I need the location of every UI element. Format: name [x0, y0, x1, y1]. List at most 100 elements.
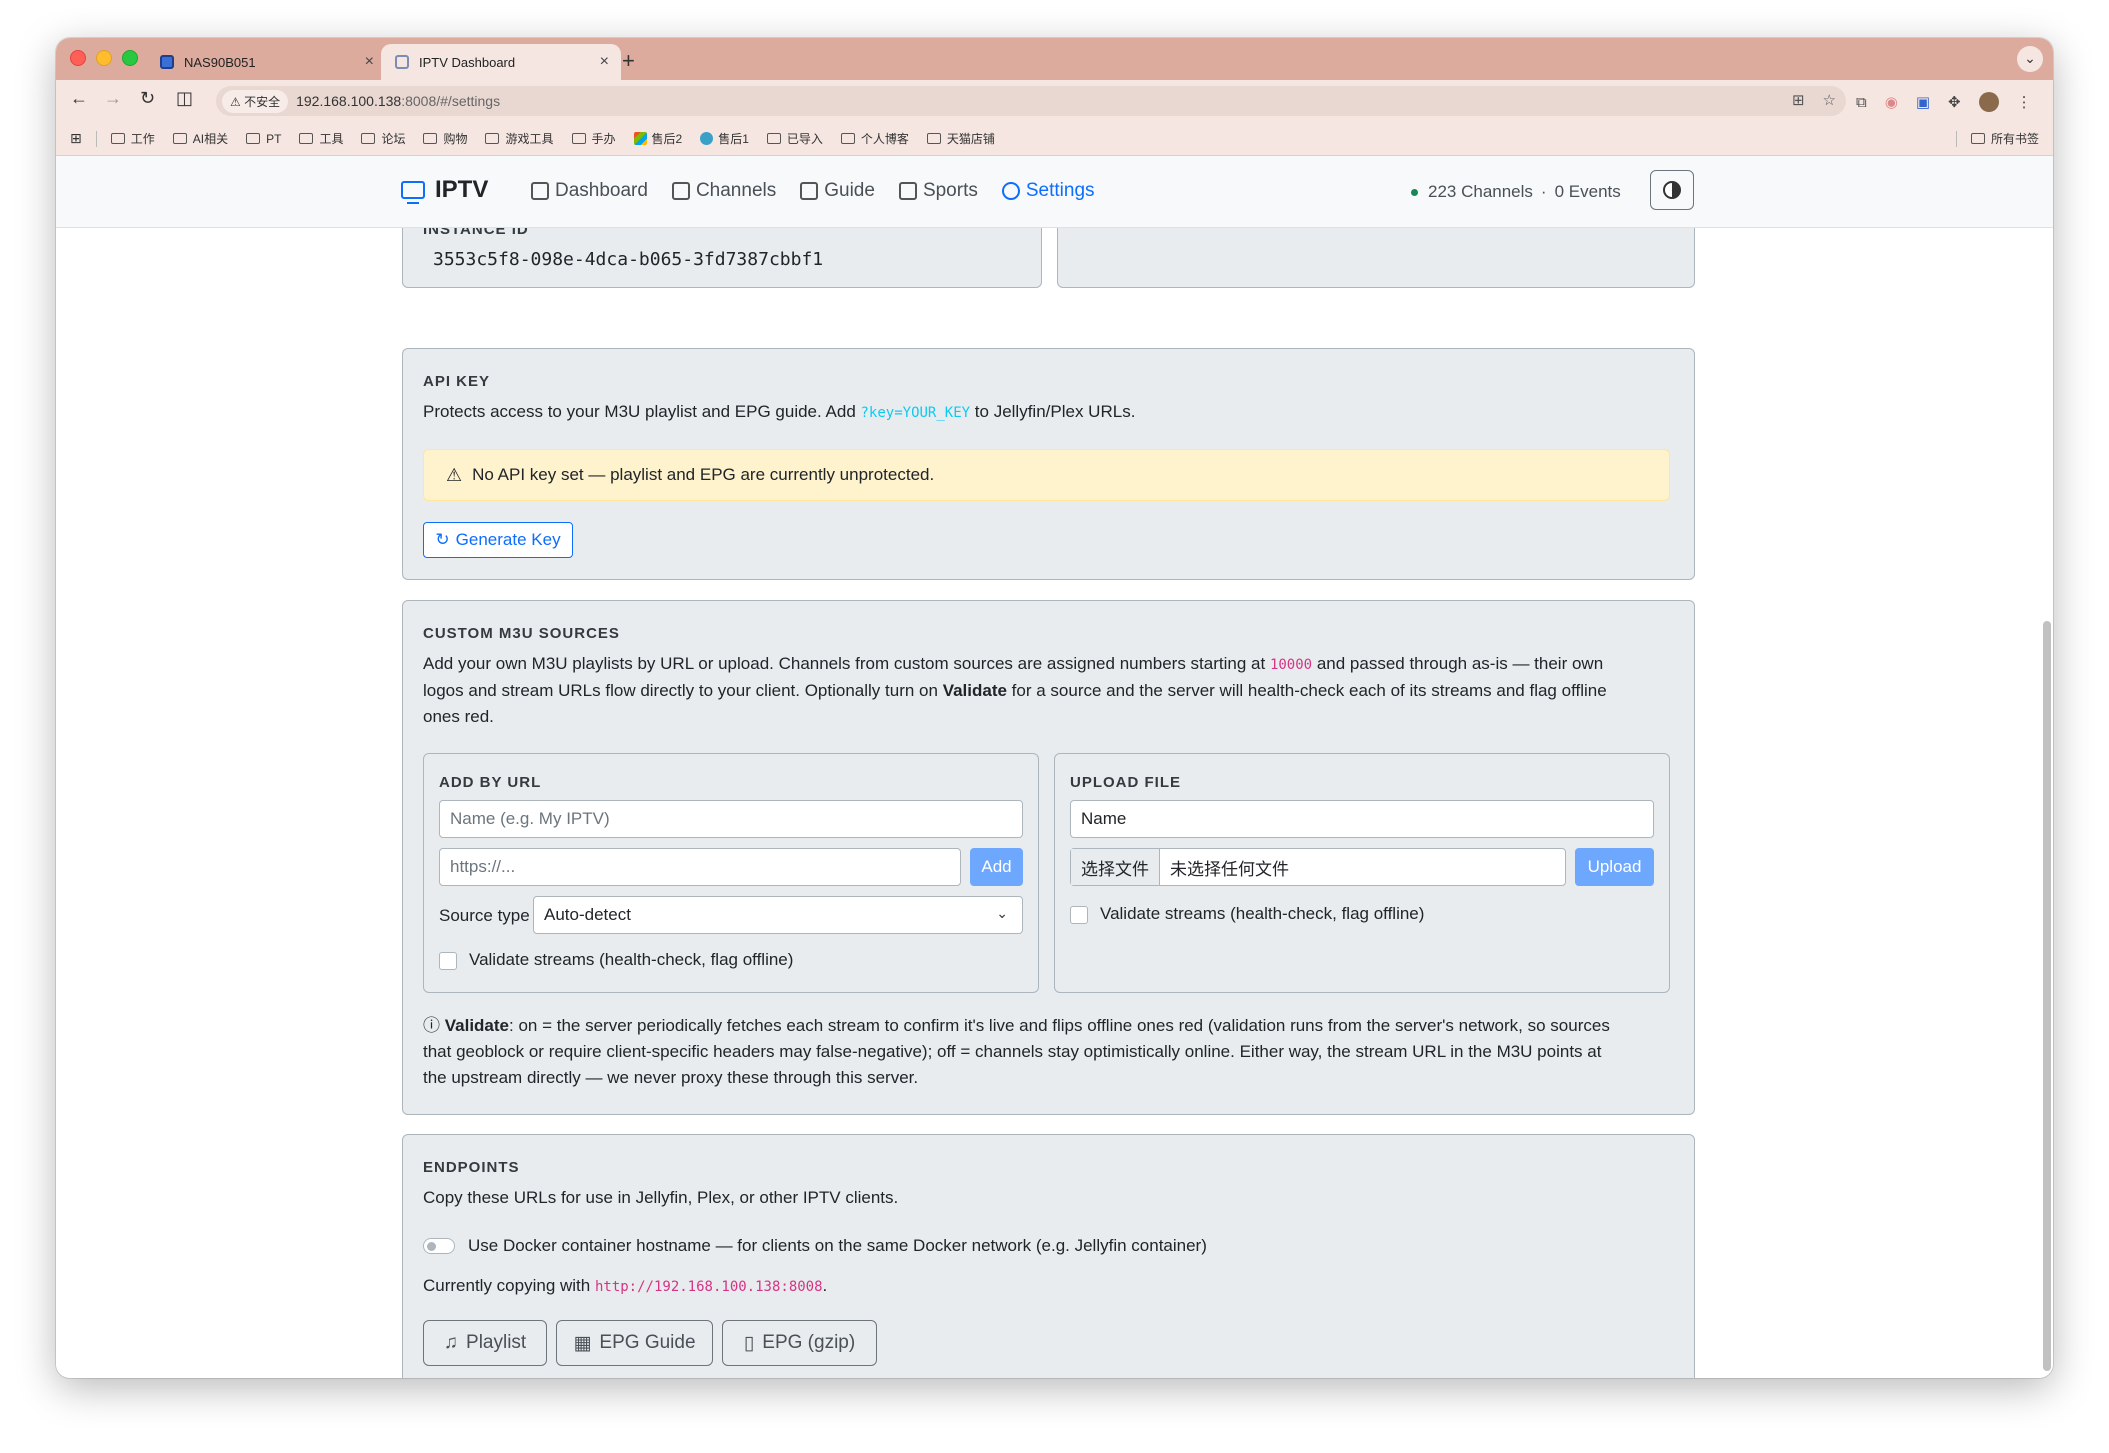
page-scrollbar[interactable]: [2043, 621, 2051, 1371]
new-tab-icon[interactable]: +: [622, 48, 635, 74]
bookmark-star-icon[interactable]: ☆: [1823, 91, 1836, 109]
all-bookmarks[interactable]: 所有书签: [1955, 130, 2039, 147]
note-text: the upstream directly — we never proxy t…: [423, 1068, 919, 1087]
folder-icon: [1970, 133, 1985, 144]
dashboard-icon: [531, 182, 549, 200]
desc-text: Add your own M3U playlists by URL or upl…: [423, 654, 1270, 673]
add-source-button[interactable]: Add: [970, 848, 1023, 886]
bookmark-label: 所有书签: [1990, 132, 2039, 146]
bookmark-link[interactable]: 售后1: [700, 130, 749, 147]
nav-link-channels[interactable]: Channels: [671, 180, 776, 202]
desc-text: Protects access to your M3U playlist and…: [423, 402, 861, 421]
docker-hostname-toggle[interactable]: [423, 1238, 455, 1254]
nav-link-sports[interactable]: Sports: [898, 180, 978, 202]
validate-streams-checkbox[interactable]: [439, 952, 457, 970]
insecure-badge[interactable]: ⚠ 不安全: [222, 89, 289, 113]
translate-icon[interactable]: ⊞: [1792, 91, 1805, 109]
close-tab-icon[interactable]: ×: [600, 53, 609, 71]
extension-icon[interactable]: ◉: [1885, 93, 1898, 111]
apps-grid-icon[interactable]: ⊞: [70, 130, 82, 147]
refresh-icon: ↻: [435, 530, 450, 549]
nas-favicon-icon: [160, 55, 174, 69]
divider: [1955, 130, 1957, 147]
folder-icon: [172, 133, 187, 144]
bookmark-folder[interactable]: 论坛: [361, 130, 405, 147]
contrast-icon: [1663, 181, 1681, 199]
browser-tab-iptv[interactable]: IPTV Dashboard ×: [381, 44, 621, 80]
bookmark-link[interactable]: 售后2: [633, 130, 682, 147]
channels-count: 223 Channels: [1428, 182, 1533, 201]
bookmark-folder[interactable]: 工具: [299, 130, 343, 147]
bookmark-folder[interactable]: 游戏工具: [485, 130, 554, 147]
chevron-down-icon: ⌄: [996, 905, 1008, 921]
no-file-chosen-text: 未选择任何文件: [1170, 859, 1289, 879]
side-panel-icon[interactable]: ◫: [176, 88, 193, 109]
tv-icon: [401, 181, 425, 204]
folder-icon: [926, 133, 941, 144]
bookmark-label: 天猫店铺: [946, 132, 995, 146]
puzzle-icon[interactable]: ✥: [1948, 93, 1961, 111]
browser-tab-nas[interactable]: NAS90B051 ×: [146, 44, 386, 80]
source-name-input[interactable]: Name (e.g. My IPTV): [439, 800, 1023, 838]
events-count: 0 Events: [1554, 182, 1621, 201]
source-type-select[interactable]: Auto-detect ⌄: [533, 896, 1023, 934]
profile-avatar[interactable]: [1978, 92, 1999, 112]
copying-text: .: [822, 1276, 828, 1295]
source-type-label: Source type: [439, 906, 530, 925]
nav-links: Dashboard Channels Guide Sports Settings: [531, 180, 1095, 202]
bookmark-folder[interactable]: 个人博客: [840, 130, 909, 147]
folder-icon: [361, 133, 376, 144]
api-key-param-code: ?key=YOUR_KEY: [860, 405, 971, 421]
forward-arrow-icon[interactable]: →: [104, 88, 122, 109]
brand[interactable]: IPTV: [401, 176, 488, 204]
bookmark-label: 工具: [319, 132, 344, 146]
placeholder: Name (e.g. My IPTV): [450, 809, 610, 828]
upload-button[interactable]: Upload: [1575, 848, 1654, 886]
bookmark-label: 游戏工具: [505, 132, 554, 146]
note-text: that geoblock or require client-specific…: [423, 1042, 1602, 1061]
extensions-area: ⧉ ◉ ▣ ✥ ⋮: [1856, 92, 2032, 112]
address-bar[interactable]: ⚠ 不安全 192.168.100.138:8008/#/settings ⊞ …: [216, 86, 1846, 116]
zoom-window-button[interactable]: [122, 50, 138, 66]
bookmark-folder[interactable]: 购物: [423, 130, 467, 147]
upload-name-input[interactable]: Name: [1070, 800, 1654, 838]
placeholder: https://...: [450, 857, 516, 876]
nav-link-guide[interactable]: Guide: [800, 180, 875, 202]
microsoft-logo-icon: [633, 132, 647, 145]
copy-epg-guide-button[interactable]: ▦ EPG Guide: [556, 1320, 713, 1366]
tab-search-chevron-icon[interactable]: ⌄: [2017, 46, 2043, 72]
nav-link-settings[interactable]: Settings: [1001, 180, 1095, 202]
bookmark-folder[interactable]: 天猫店铺: [926, 130, 995, 147]
bookmark-folder[interactable]: 手办: [571, 130, 616, 147]
desc-text: ones red.: [423, 707, 494, 726]
source-url-input[interactable]: https://...: [439, 848, 961, 886]
stats-separator: ·: [1540, 182, 1547, 201]
close-window-button[interactable]: [70, 50, 86, 66]
brand-label: IPTV: [435, 176, 489, 203]
playlist-icon: ♫: [443, 1332, 459, 1353]
theme-toggle-button[interactable]: [1650, 170, 1694, 210]
copy-playlist-button[interactable]: ♫ Playlist: [423, 1320, 547, 1366]
more-menu-icon[interactable]: ⋮: [2017, 93, 2032, 111]
copy-epg-gzip-button[interactable]: ▯ EPG (gzip): [722, 1320, 877, 1366]
bookmark-folder[interactable]: 已导入: [766, 130, 823, 147]
extension-icon[interactable]: ▣: [1916, 93, 1930, 111]
file-picker[interactable]: 选择文件 未选择任何文件: [1070, 848, 1566, 886]
url-host: 192.168.100.138: [296, 93, 402, 109]
choose-file-button[interactable]: 选择文件: [1071, 849, 1160, 885]
extension-icon[interactable]: ⧉: [1856, 94, 1867, 111]
bookmark-label: AI相关: [192, 132, 229, 146]
close-tab-icon[interactable]: ×: [365, 53, 374, 71]
nav-link-dashboard[interactable]: Dashboard: [531, 180, 648, 202]
reload-icon[interactable]: ↻: [140, 88, 155, 109]
bookmarks-bar: ⊞ 工作 AI相关 PT 工具 论坛 购物 游戏工具 手办 售后2 售后1 已导…: [56, 122, 2053, 156]
desc-bold: Validate: [942, 681, 1007, 700]
upload-validate-streams-checkbox[interactable]: [1070, 906, 1088, 924]
bookmark-folder[interactable]: AI相关: [172, 130, 229, 147]
browser-toolbar: ← → ↻ ◫ ⚠ 不安全 192.168.100.138:8008/#/set…: [56, 80, 2053, 122]
bookmark-folder[interactable]: PT: [246, 132, 281, 146]
minimize-window-button[interactable]: [96, 50, 112, 66]
bookmark-folder[interactable]: 工作: [110, 130, 155, 147]
generate-key-button[interactable]: ↻ Generate Key: [423, 522, 573, 558]
back-arrow-icon[interactable]: ←: [70, 88, 88, 109]
